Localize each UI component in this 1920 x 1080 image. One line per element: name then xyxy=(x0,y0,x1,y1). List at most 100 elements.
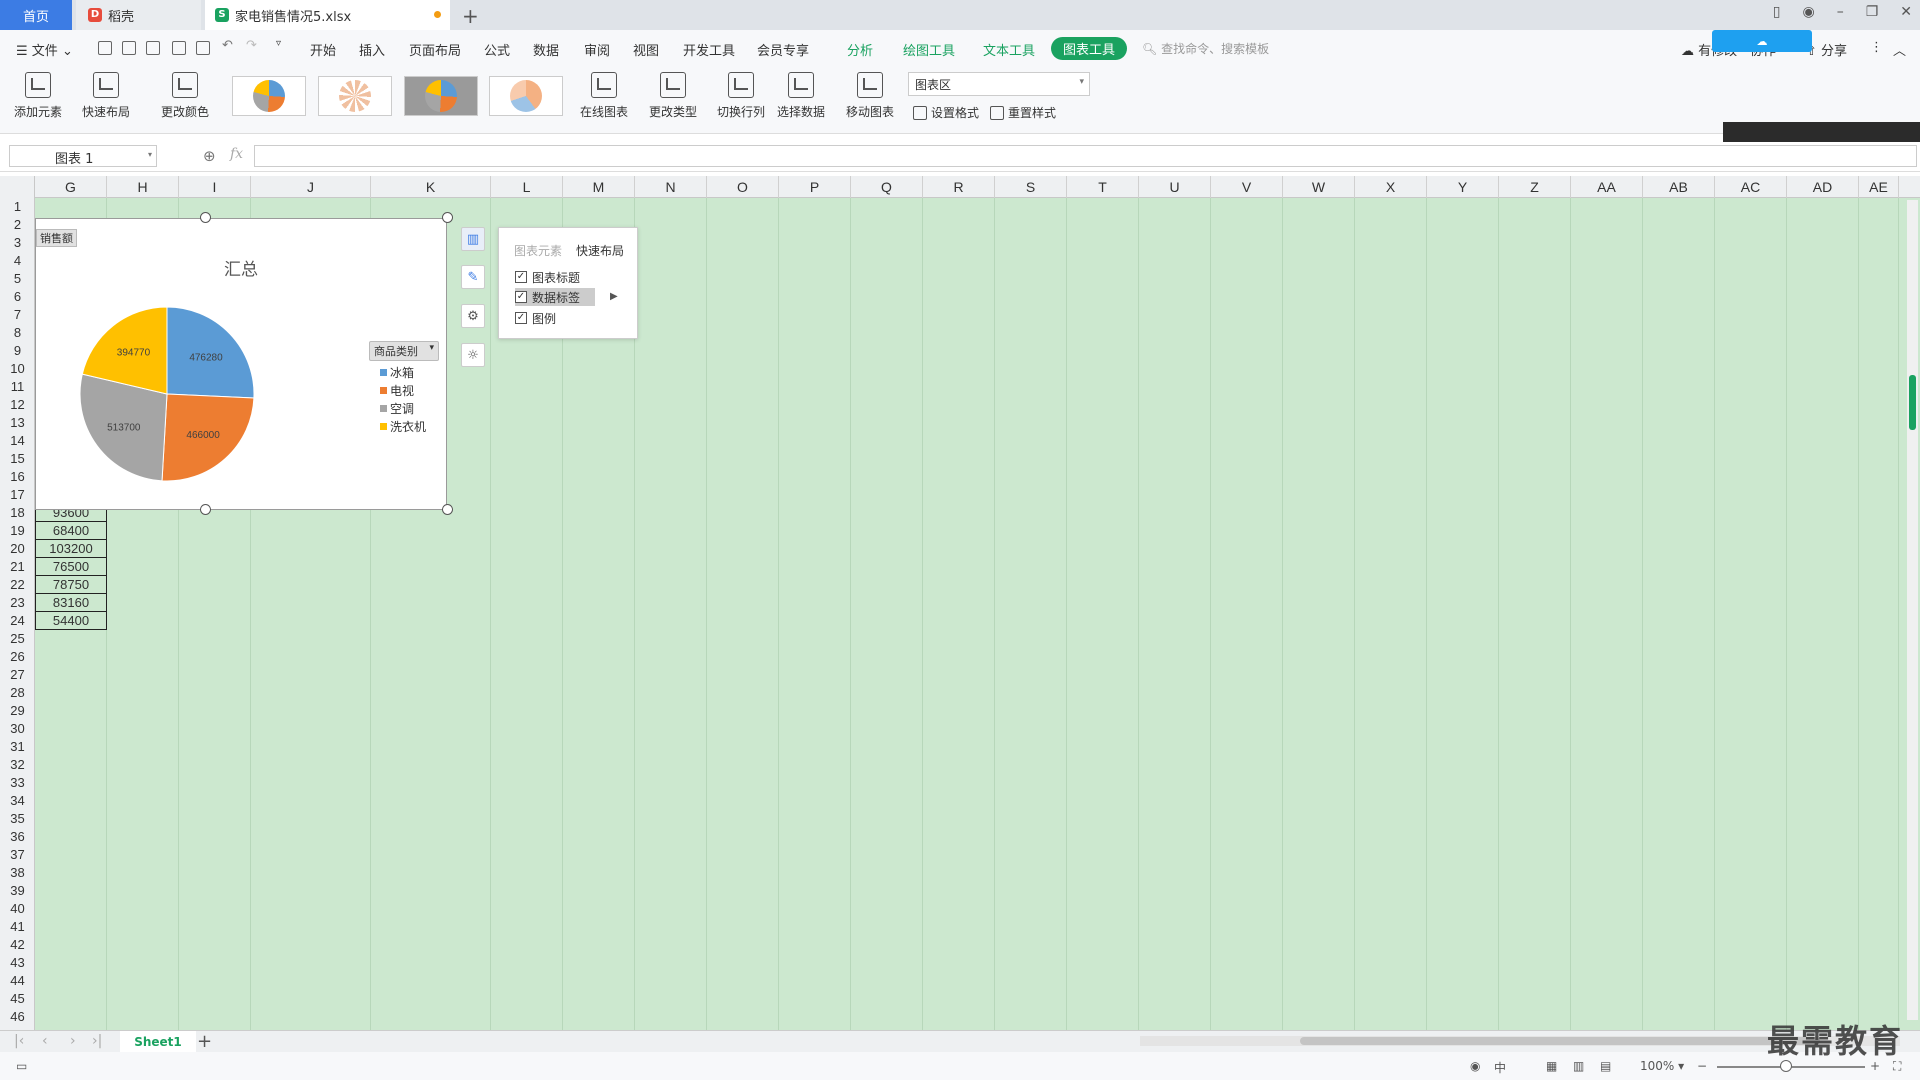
chart-style-3[interactable] xyxy=(404,76,478,116)
row-header[interactable]: 5 xyxy=(0,270,35,288)
avatar[interactable]: ◉ xyxy=(1802,4,1814,20)
column-header[interactable]: G xyxy=(35,176,107,198)
menu-data[interactable]: 数据 xyxy=(533,40,559,59)
row-header[interactable]: 41 xyxy=(0,918,35,936)
brush-icon[interactable]: ✎ xyxy=(461,265,485,289)
row-header[interactable]: 46 xyxy=(0,1008,35,1026)
data-label[interactable]: 476280 xyxy=(189,353,223,364)
column-header[interactable]: AE xyxy=(1859,176,1899,198)
chart-legend[interactable]: 冰箱 电视 空调 洗衣机 xyxy=(380,363,426,435)
checkbox-chart-title[interactable]: ✓ xyxy=(515,271,527,283)
legend-item[interactable]: 洗衣机 xyxy=(380,417,426,435)
row-header[interactable]: 17 xyxy=(0,486,35,504)
legend-item[interactable]: 空调 xyxy=(380,399,426,417)
print-icon[interactable] xyxy=(172,41,186,55)
row-header[interactable]: 7 xyxy=(0,306,35,324)
menu-start[interactable]: 开始 xyxy=(310,40,336,59)
column-header[interactable]: S xyxy=(995,176,1067,198)
row-header[interactable]: 44 xyxy=(0,972,35,990)
pie-chart[interactable]: 销售额 汇总 476280 466000 513700 394770 商品类别 ▾ 冰箱… xyxy=(35,218,447,510)
row-header[interactable]: 30 xyxy=(0,720,35,738)
row-header[interactable]: 8 xyxy=(0,324,35,342)
input-lang-icon[interactable]: 中 xyxy=(1494,1059,1506,1076)
menu-formula[interactable]: 公式 xyxy=(484,40,510,59)
table-cell[interactable]: 78750 xyxy=(35,576,107,594)
save-icon[interactable] xyxy=(122,41,136,55)
chart-style-4[interactable] xyxy=(489,76,563,116)
more-icon[interactable]: ⋮ xyxy=(1870,40,1883,55)
option-data-labels[interactable]: ✓ 数据标签 xyxy=(515,288,595,306)
add-element-button[interactable]: 添加元素 xyxy=(14,72,62,120)
switch-rowcol-button[interactable]: 切换行列 xyxy=(717,72,765,120)
macro-record-icon[interactable]: ▭ xyxy=(16,1059,27,1073)
page-break-view-icon[interactable]: ▤ xyxy=(1600,1059,1611,1073)
row-header[interactable]: 35 xyxy=(0,810,35,828)
collapse-ribbon-icon[interactable]: ︿ xyxy=(1893,40,1906,59)
select-data-button[interactable]: 选择数据 xyxy=(777,72,825,120)
row-header[interactable]: 43 xyxy=(0,954,35,972)
data-label[interactable]: 466000 xyxy=(186,430,220,441)
vertical-scroll-thumb[interactable] xyxy=(1909,375,1916,430)
table-cell[interactable]: 103200 xyxy=(35,540,107,558)
table-cell[interactable]: 83160 xyxy=(35,594,107,612)
row-header[interactable]: 39 xyxy=(0,882,35,900)
column-header[interactable]: W xyxy=(1283,176,1355,198)
column-header[interactable]: H xyxy=(107,176,179,198)
row-header[interactable]: 33 xyxy=(0,774,35,792)
menu-view[interactable]: 视图 xyxy=(633,40,659,59)
row-header[interactable]: 18 xyxy=(0,504,35,522)
row-header[interactable]: 36 xyxy=(0,828,35,846)
column-header[interactable]: K xyxy=(371,176,491,198)
column-header[interactable]: T xyxy=(1067,176,1139,198)
data-label[interactable]: 394770 xyxy=(117,348,151,359)
first-sheet-icon[interactable]: |‹ xyxy=(14,1033,24,1049)
row-header[interactable]: 2 xyxy=(0,216,35,234)
row-header[interactable]: 12 xyxy=(0,396,35,414)
fx-icon[interactable]: fx xyxy=(230,146,243,162)
table-cell[interactable]: 76500 xyxy=(35,558,107,576)
menu-insert[interactable]: 插入 xyxy=(359,40,385,59)
row-header[interactable]: 1 xyxy=(0,198,35,216)
reset-style-button[interactable]: 重置样式 xyxy=(990,104,1056,121)
file-menu[interactable]: ☰ 文件 ⌄ xyxy=(16,40,73,59)
horizontal-scroll-thumb[interactable] xyxy=(1300,1037,1820,1045)
zoom-level[interactable]: 100% ▾ xyxy=(1640,1059,1684,1073)
name-box[interactable]: 图表 1 ▾ xyxy=(9,145,157,167)
zoom-out-button[interactable]: − xyxy=(1697,1059,1707,1073)
share-button[interactable]: ⇧ 分享 xyxy=(1806,40,1847,59)
print-preview-icon[interactable] xyxy=(196,41,210,55)
row-header[interactable]: 21 xyxy=(0,558,35,576)
new-file-icon[interactable] xyxy=(98,41,112,55)
row-header[interactable]: 37 xyxy=(0,846,35,864)
row-header[interactable]: 16 xyxy=(0,468,35,486)
table-cell[interactable]: 68400 xyxy=(35,522,107,540)
tab-home[interactable]: 首页 xyxy=(0,0,72,30)
tab-quick-layout[interactable]: 快速布局 xyxy=(576,242,624,259)
tab-docer[interactable]: D 稻壳 xyxy=(76,0,201,30)
column-header[interactable]: AA xyxy=(1571,176,1643,198)
cloud-assistant-button[interactable]: ☁ xyxy=(1712,30,1812,52)
row-header[interactable]: 13 xyxy=(0,414,35,432)
row-header[interactable]: 28 xyxy=(0,684,35,702)
page-layout-view-icon[interactable]: ▥ xyxy=(1573,1059,1584,1073)
legend-field-button[interactable]: 商品类别 ▾ xyxy=(369,341,439,361)
layout-icon[interactable]: ▯ xyxy=(1773,4,1781,20)
row-header[interactable]: 11 xyxy=(0,378,35,396)
move-chart-button[interactable]: 移动图表 xyxy=(846,72,894,120)
chart-style-1[interactable] xyxy=(232,76,306,116)
checkbox-data-labels[interactable]: ✓ xyxy=(515,291,527,303)
select-all-corner[interactable] xyxy=(0,176,35,198)
ime-toolbar[interactable] xyxy=(1723,122,1920,144)
tab-file[interactable]: S 家电销售情况5.xlsx xyxy=(205,0,450,30)
column-header[interactable]: J xyxy=(251,176,371,198)
row-header[interactable]: 23 xyxy=(0,594,35,612)
lightbulb-icon[interactable]: ☼ xyxy=(461,343,485,367)
minimize-button[interactable]: – xyxy=(1837,4,1844,20)
row-header[interactable]: 22 xyxy=(0,576,35,594)
legend-item[interactable]: 冰箱 xyxy=(380,363,426,381)
column-header[interactable]: AC xyxy=(1715,176,1787,198)
change-color-button[interactable]: 更改颜色 xyxy=(161,72,209,120)
table-cell[interactable]: 54400 xyxy=(35,612,107,630)
online-chart-button[interactable]: 在线图表 xyxy=(580,72,628,120)
menu-member[interactable]: 会员专享 xyxy=(757,40,809,59)
